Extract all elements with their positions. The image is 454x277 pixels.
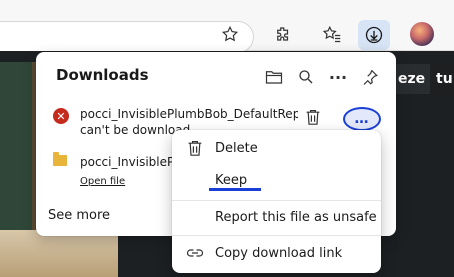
page-tab-2[interactable]: tu (430, 64, 454, 94)
floor-image (0, 230, 118, 277)
download-item-1-name[interactable]: pocci_InvisiblePlumbBob_DefaultReplacer (80, 107, 298, 121)
page-tab-1[interactable]: eze (392, 64, 432, 94)
extensions-icon[interactable] (271, 22, 295, 46)
error-icon: ✕ (53, 108, 69, 124)
star-icon[interactable] (218, 22, 242, 46)
menu-separator (172, 200, 381, 201)
panel-title: Downloads (56, 66, 149, 84)
folder-icon[interactable] (262, 65, 286, 89)
menu-item-label: Delete (215, 140, 258, 156)
trash-icon (186, 139, 204, 157)
address-bar[interactable] (0, 21, 254, 53)
favorites-icon[interactable] (320, 22, 344, 46)
browser-toolbar (0, 0, 454, 53)
menu-item-copy-link[interactable]: Copy download link (172, 238, 381, 268)
chalkboard-image (0, 62, 36, 230)
menu-item-label: Copy download link (215, 245, 343, 261)
menu-separator (172, 235, 381, 236)
menu-item-label: Keep (215, 172, 248, 188)
pin-icon[interactable] (358, 65, 382, 89)
file-icon (53, 152, 67, 166)
menu-item-delete[interactable]: Delete (172, 133, 381, 163)
delete-download-button[interactable] (302, 106, 324, 128)
avatar[interactable] (410, 22, 434, 46)
link-icon (186, 244, 204, 262)
context-menu: Delete Keep Report this file as unsafe C… (172, 130, 381, 273)
open-file-link[interactable]: Open file (80, 176, 125, 187)
menu-item-keep[interactable]: Keep (172, 165, 381, 195)
downloads-icon[interactable] (358, 20, 390, 50)
menu-item-report-unsafe[interactable]: Report this file as unsafe (172, 202, 381, 232)
see-more-link[interactable]: See more (48, 208, 110, 223)
download-item-2-name[interactable]: pocci_InvisiblePlu (80, 155, 180, 169)
menu-item-label: Report this file as unsafe (215, 209, 377, 225)
keep-highlight-underline (209, 188, 261, 191)
more-actions-button[interactable]: … (343, 107, 381, 131)
more-icon[interactable]: ··· (326, 65, 350, 89)
search-icon[interactable] (294, 65, 318, 89)
